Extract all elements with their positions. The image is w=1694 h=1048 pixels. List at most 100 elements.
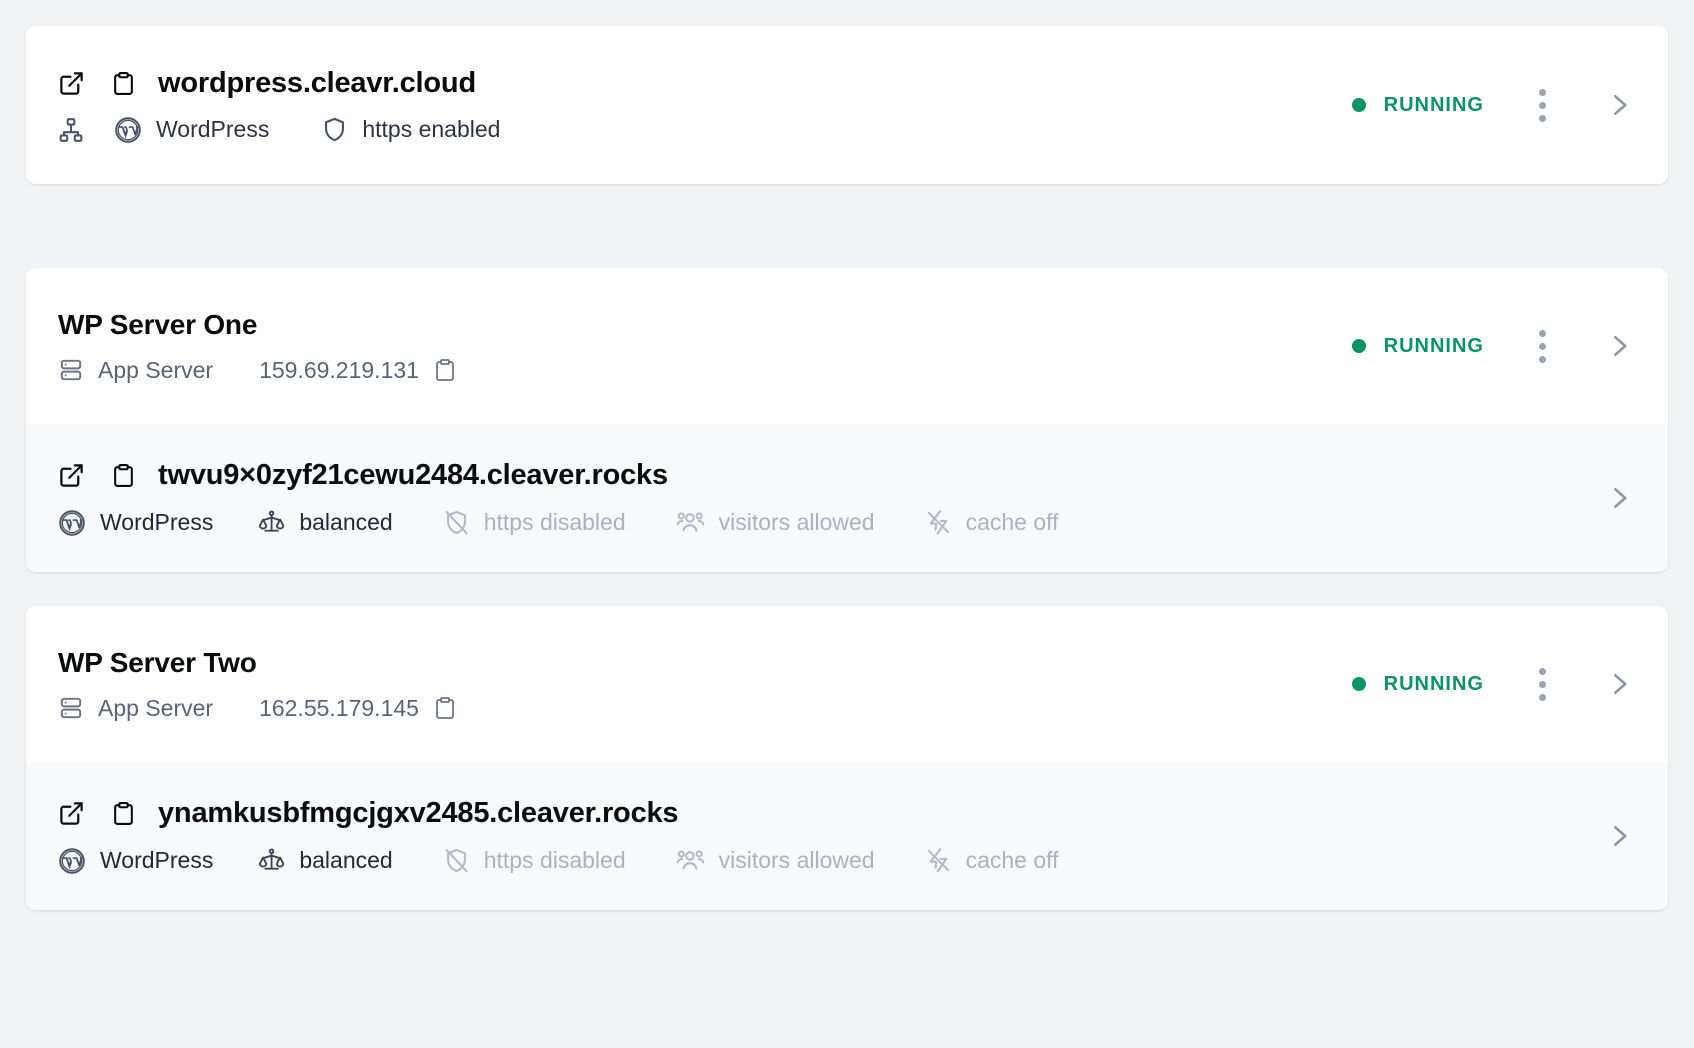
server-list-page: wordpress.cleavr.cloud WordPress https e… — [0, 0, 1694, 1048]
server-actions: RUNNING — [1351, 667, 1634, 701]
clipboard-icon[interactable] — [111, 71, 136, 96]
site-title-line: twvu9×0zyf21cewu2484.cleaver.rocks — [58, 459, 1580, 492]
clipboard-icon[interactable] — [111, 801, 136, 826]
site-meta-platform: WordPress — [58, 847, 213, 875]
clipboard-icon[interactable] — [111, 463, 136, 488]
server-role: App Server — [58, 695, 213, 722]
server-name: WP Server Two — [58, 646, 257, 678]
chevron-right-icon[interactable] — [1604, 669, 1634, 699]
shield-off-icon — [443, 847, 470, 874]
site-row[interactable]: ynamkusbfmgcjgxv2485.cleaver.rocks WordP… — [26, 762, 1668, 910]
server-name: WP Server One — [58, 308, 258, 340]
server-ip: 162.55.179.145 — [259, 695, 457, 722]
chevron-right-icon[interactable] — [1604, 331, 1634, 361]
site-meta-balance: balanced — [257, 509, 393, 537]
shield-off-icon — [443, 509, 470, 536]
server-ip: 159.69.219.131 — [259, 357, 457, 384]
site-meta-platform-label: WordPress — [100, 509, 214, 535]
site-meta-visitors-label: visitors allowed — [718, 509, 875, 535]
site-meta-platform-label: WordPress — [156, 116, 270, 142]
kebab-menu-icon[interactable] — [1522, 329, 1562, 363]
site-meta-visitors-label: visitors allowed — [718, 847, 875, 873]
users-icon — [676, 846, 705, 875]
wordpress-icon — [114, 116, 142, 144]
server-card-wp-server-two[interactable]: WP Server Two App Server 162.55.179.145 … — [26, 606, 1668, 910]
site-card-wordpress-cleavr-cloud[interactable]: wordpress.cleavr.cloud WordPress https e… — [26, 26, 1668, 184]
chevron-right-icon[interactable] — [1604, 483, 1634, 513]
clipboard-icon[interactable] — [433, 696, 457, 720]
chevron-right-icon[interactable] — [1604, 821, 1634, 851]
status-label: RUNNING — [1383, 672, 1484, 695]
scale-icon — [257, 847, 285, 875]
server-title-line: WP Server One — [58, 309, 1328, 341]
site-title-line: wordpress.cleavr.cloud — [58, 67, 1328, 100]
server-icon — [58, 695, 84, 721]
site-meta-balance: balanced — [257, 847, 393, 875]
sitemap-icon — [58, 117, 84, 143]
site-meta-https: https disabled — [443, 847, 626, 874]
site-meta-https-label: https enabled — [362, 116, 501, 142]
site-meta-platform: WordPress — [58, 509, 213, 537]
site-domain: ynamkusbfmgcjgxv2485.cleaver.rocks — [158, 797, 679, 829]
server-row[interactable]: WP Server Two App Server 162.55.179.145 … — [26, 606, 1668, 762]
site-actions — [1604, 483, 1634, 513]
site-meta-https: https disabled — [443, 509, 626, 536]
card-gap — [26, 184, 1668, 268]
status-dot-icon — [1351, 98, 1366, 112]
zap-off-icon — [925, 847, 952, 874]
site-info: wordpress.cleavr.cloud WordPress https e… — [58, 67, 1328, 144]
server-info: WP Server One App Server 159.69.219.131 — [58, 309, 1328, 384]
site-actions — [1604, 821, 1634, 851]
kebab-menu-icon[interactable] — [1522, 667, 1562, 701]
server-role-label: App Server — [98, 356, 214, 383]
scale-icon — [257, 509, 285, 537]
site-meta-line: WordPress balanced https disabled visito… — [58, 846, 1580, 875]
site-meta-balance-label: balanced — [299, 847, 393, 873]
kebab-menu-icon[interactable] — [1522, 88, 1562, 122]
status-dot-icon — [1351, 677, 1366, 691]
site-actions: RUNNING — [1351, 88, 1634, 122]
card-gap — [26, 572, 1668, 606]
external-link-icon[interactable] — [58, 462, 85, 489]
site-meta-cache: cache off — [925, 509, 1059, 536]
status-label: RUNNING — [1383, 93, 1484, 116]
external-link-icon[interactable] — [58, 70, 85, 97]
chevron-right-icon[interactable] — [1604, 90, 1634, 120]
status-label: RUNNING — [1383, 334, 1484, 357]
site-info: ynamkusbfmgcjgxv2485.cleaver.rocks WordP… — [58, 797, 1580, 875]
server-row[interactable]: WP Server One App Server 159.69.219.131 … — [26, 268, 1668, 424]
server-icon — [58, 357, 84, 383]
server-role-label: App Server — [98, 694, 214, 721]
server-info: WP Server Two App Server 162.55.179.145 — [58, 647, 1328, 722]
shield-icon — [321, 116, 348, 143]
server-actions: RUNNING — [1351, 329, 1634, 363]
status-badge: RUNNING — [1351, 93, 1484, 117]
site-domain: wordpress.cleavr.cloud — [158, 66, 476, 99]
site-meta-platform-label: WordPress — [100, 847, 214, 873]
site-row[interactable]: twvu9×0zyf21cewu2484.cleaver.rocks WordP… — [26, 424, 1668, 572]
site-meta-cache-label: cache off — [965, 509, 1059, 535]
site-row[interactable]: wordpress.cleavr.cloud WordPress https e… — [26, 26, 1668, 184]
clipboard-icon[interactable] — [433, 358, 457, 382]
site-title-line: ynamkusbfmgcjgxv2485.cleaver.rocks — [58, 797, 1580, 830]
site-meta-https-label: https disabled — [483, 509, 626, 535]
site-meta-cache: cache off — [925, 847, 1059, 874]
external-link-icon[interactable] — [58, 800, 85, 827]
wordpress-icon — [58, 509, 86, 537]
status-badge: RUNNING — [1351, 334, 1484, 358]
server-card-wp-server-one[interactable]: WP Server One App Server 159.69.219.131 … — [26, 268, 1668, 572]
site-meta-balance-label: balanced — [299, 509, 393, 535]
site-meta-https-label: https disabled — [483, 847, 626, 873]
site-meta-https: https enabled — [321, 116, 500, 143]
site-meta-sitemap — [58, 117, 84, 143]
wordpress-icon — [58, 847, 86, 875]
zap-off-icon — [925, 509, 952, 536]
server-meta-line: App Server 159.69.219.131 — [58, 357, 1328, 384]
site-meta-visitors: visitors allowed — [676, 846, 875, 875]
server-title-line: WP Server Two — [58, 647, 1328, 679]
status-dot-icon — [1351, 339, 1366, 353]
server-role: App Server — [58, 357, 213, 384]
users-icon — [676, 508, 705, 537]
site-meta-line: WordPress balanced https disabled visito… — [58, 508, 1580, 537]
site-meta-line: WordPress https enabled — [58, 116, 1328, 144]
